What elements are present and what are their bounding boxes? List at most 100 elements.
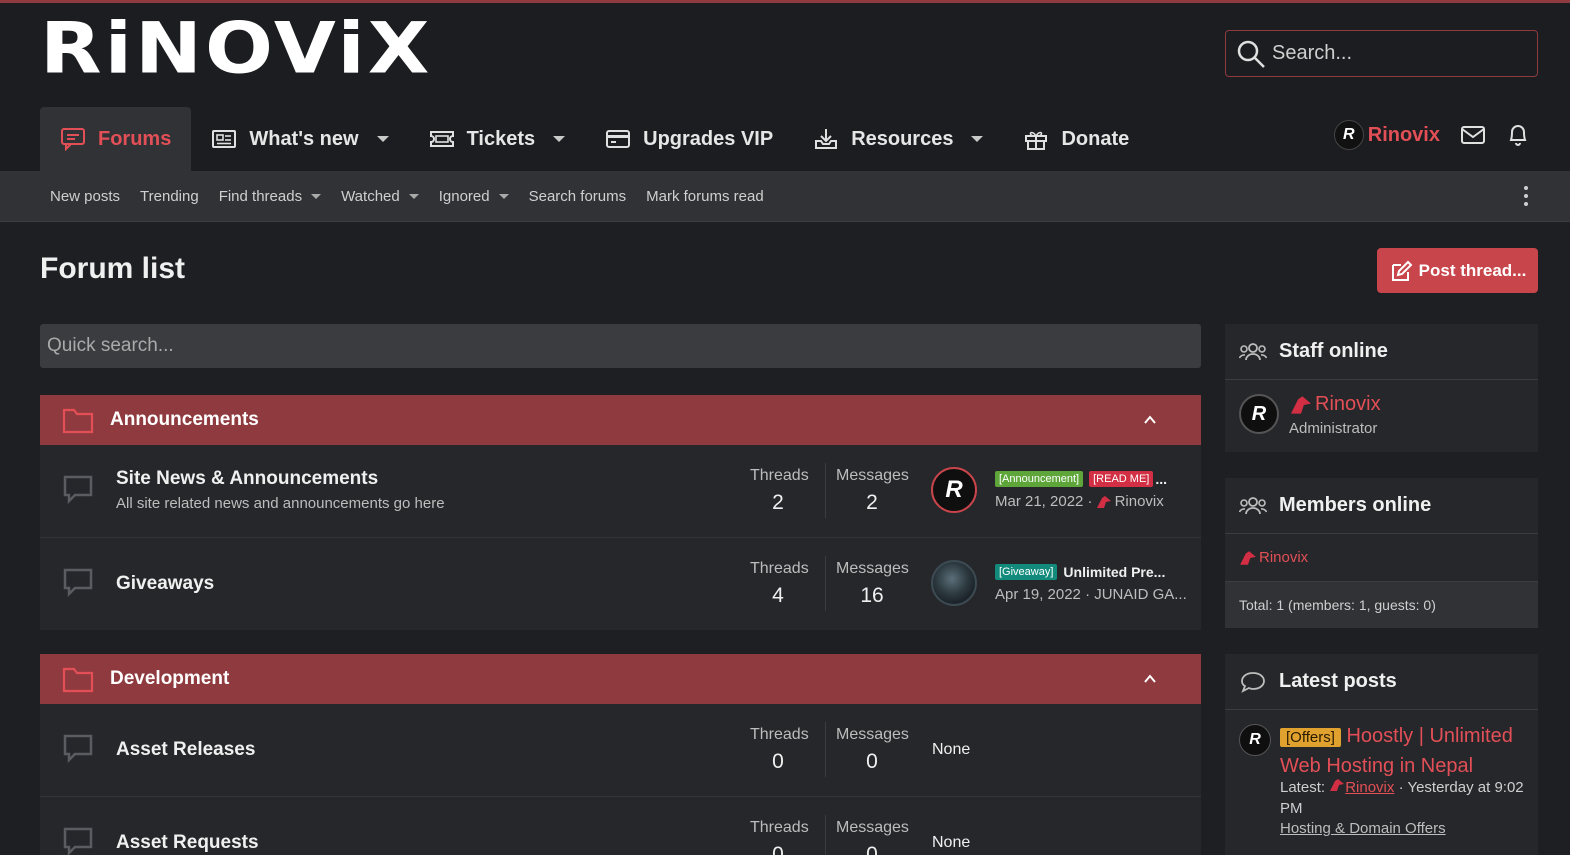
user-nav: R Rinovix	[1333, 120, 1530, 150]
account-menu[interactable]: R Rinovix	[1333, 120, 1440, 150]
download-tray-icon	[815, 129, 838, 149]
header-search[interactable]: Search...	[1225, 30, 1538, 77]
avatar-letter: R	[945, 476, 963, 503]
chevron-down-icon[interactable]	[376, 136, 389, 142]
subnav-ignored[interactable]: Ignored	[429, 188, 519, 205]
messages-label: Messages	[836, 560, 909, 577]
avatar[interactable]	[931, 560, 977, 606]
forum-node-icon	[63, 568, 93, 598]
avatar: R	[1333, 120, 1364, 150]
nav-tab-donate[interactable]: Donate	[1003, 107, 1149, 171]
threads-stat: Threads 4	[750, 560, 809, 608]
chevron-up-icon[interactable]	[1143, 672, 1157, 686]
users-icon	[1239, 496, 1267, 514]
subnav-label: Watched	[341, 187, 400, 205]
category-title: Announcements	[110, 409, 259, 430]
avatar[interactable]: R	[931, 467, 977, 513]
subnav-label: Find threads	[218, 187, 303, 205]
subnav-label: New posts	[50, 187, 121, 205]
gift-icon	[1025, 131, 1048, 150]
nav-tab-label: Tickets	[466, 127, 536, 150]
widget-title: Staff online	[1279, 340, 1388, 362]
post-thread-button[interactable]: Post thread...	[1377, 248, 1538, 293]
subnav-search-forums[interactable]: Search forums	[519, 188, 637, 205]
nav-tab-label: What's new	[249, 127, 359, 150]
category-header-development[interactable]: Development	[40, 654, 1201, 704]
latest-meta-text: Apr 19, 2022 · JUNAID GA...	[995, 586, 1187, 603]
messages-count: 0	[866, 750, 878, 773]
forum-title-link[interactable]: Asset Requests	[116, 832, 259, 854]
more-options-icon[interactable]	[1522, 186, 1530, 206]
latest-none: None	[932, 741, 971, 758]
edit-icon	[1391, 260, 1413, 281]
latest-meta: Mar 21, 2022 · Rinovix	[995, 493, 1164, 510]
latest-thread-link[interactable]: [Giveaway] Unlimited Pre...	[995, 564, 1165, 580]
stat-divider	[825, 463, 826, 518]
forum-title-link[interactable]: Asset Releases	[116, 739, 255, 761]
page-title: Forum list	[40, 252, 186, 285]
avatar[interactable]: R	[1239, 394, 1279, 434]
latest-thread-link[interactable]: [Announcement] [READ ME] ...	[995, 471, 1167, 487]
main-nav: Forums What's new Tickets Upgrades VIP R…	[40, 107, 1149, 171]
forum-node-asset-requests: Asset Requests Threads 0 Messages 0 None	[40, 797, 1201, 855]
subnav-new-posts[interactable]: New posts	[40, 188, 130, 205]
threads-count: 0	[772, 843, 784, 855]
latest-post-forum-link[interactable]: Hosting & Domain Offers	[1280, 820, 1446, 837]
forum-title-link[interactable]: Giveaways	[116, 573, 214, 595]
nav-tab-label: Donate	[1061, 127, 1130, 150]
speech-bubble-icon	[1241, 671, 1265, 693]
threads-count: 2	[772, 491, 784, 514]
latest-none: None	[932, 834, 971, 851]
forum-node-asset-releases: Asset Releases Threads 0 Messages 0 None	[40, 704, 1201, 796]
messages-stat: Messages 0	[836, 726, 909, 774]
widget-header: Members online	[1225, 478, 1538, 534]
subnav-watched[interactable]: Watched	[331, 188, 429, 205]
threads-stat: Threads 0	[750, 726, 809, 774]
latest-date: Mar 21, 2022 ·	[995, 493, 1093, 510]
staff-username[interactable]: Rinovix	[1289, 393, 1381, 416]
chevron-up-icon[interactable]	[1143, 413, 1157, 427]
forum-title-link[interactable]: Site News & Announcements	[116, 468, 378, 490]
nav-tab-upgrades-vip[interactable]: Upgrades VIP	[585, 107, 793, 171]
subnav-label: Trending	[140, 187, 199, 205]
nav-tab-label: Upgrades VIP	[643, 127, 774, 150]
forum-node-icon	[63, 827, 93, 855]
forum-icon	[61, 128, 85, 151]
latest-post-link[interactable]: [Offers] Hoostly | Unlimited Web Hosting…	[1280, 722, 1530, 780]
envelope-icon[interactable]	[1460, 124, 1486, 146]
subnav-label: Search forums	[528, 187, 627, 205]
threads-label: Threads	[750, 560, 809, 577]
nav-tab-resources[interactable]: Resources	[793, 107, 1003, 171]
latest-thread-title: ...	[1155, 471, 1168, 487]
widget-title: Latest posts	[1279, 670, 1397, 692]
nav-tab-whats-new[interactable]: What's new	[191, 107, 408, 171]
quick-search-input[interactable]: Quick search...	[40, 324, 1201, 368]
subnav-find-threads[interactable]: Find threads	[209, 188, 331, 205]
latest-meta: Apr 19, 2022 · JUNAID GA...	[995, 586, 1187, 603]
latest-post-user[interactable]: Rinovix	[1345, 779, 1394, 796]
subnav-trending[interactable]: Trending	[130, 188, 209, 205]
online-member-link[interactable]: Rinovix	[1225, 534, 1538, 582]
threads-count: 4	[772, 584, 784, 607]
stat-divider	[825, 722, 826, 777]
bell-icon[interactable]	[1506, 123, 1530, 147]
nav-tab-tickets[interactable]: Tickets	[409, 107, 586, 171]
search-icon	[1237, 40, 1265, 68]
site-logo[interactable]: RiNOViX	[40, 7, 480, 90]
messages-stat: Messages 0	[836, 819, 909, 855]
messages-stat: Messages 2	[836, 467, 909, 515]
staff-name-text: Rinovix	[1315, 393, 1381, 415]
staff-role: Administrator	[1289, 420, 1378, 437]
category-header-announcements[interactable]: Announcements	[40, 395, 1201, 445]
chevron-down-icon[interactable]	[553, 136, 566, 142]
logo-text: RiNOViX	[40, 7, 433, 90]
chevron-down-icon[interactable]	[971, 136, 984, 142]
folder-icon	[62, 667, 94, 693]
latest-user[interactable]: Rinovix	[1115, 493, 1164, 510]
subnav-mark-forums-read[interactable]: Mark forums read	[636, 188, 774, 205]
nav-tab-forums[interactable]: Forums	[40, 107, 192, 171]
chevron-down-icon	[311, 193, 322, 199]
avatar[interactable]: R	[1239, 724, 1271, 756]
staff-member: R Rinovix Administrator	[1225, 380, 1538, 452]
chevron-down-icon	[408, 193, 419, 199]
